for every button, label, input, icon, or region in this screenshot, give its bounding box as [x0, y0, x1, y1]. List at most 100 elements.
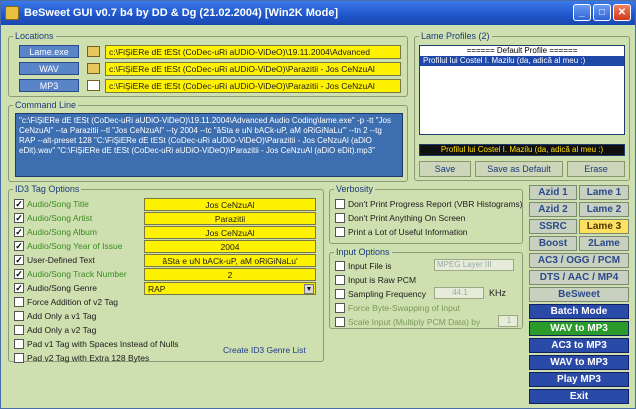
batch-mode-button[interactable]: Batch Mode — [529, 304, 629, 319]
verbose-label: Print a Lot of Useful Information — [348, 227, 468, 237]
profiles-list[interactable]: ====== Default Profile ====== Profilul l… — [419, 45, 625, 135]
only-v1-label: Add Only a v1 Tag — [27, 311, 97, 321]
mp3-path[interactable]: c:\FiŞiERe dE tESt (CoDec-uRi aUDiO-ViDe… — [105, 79, 401, 93]
besweet-button[interactable]: BeSweet — [529, 287, 629, 302]
checkbox-icon[interactable] — [335, 289, 345, 299]
checkbox-icon[interactable]: ✓ — [14, 241, 24, 251]
lame-exe-button[interactable]: Lame.exe — [19, 45, 79, 58]
wav-button[interactable]: WAV — [19, 62, 79, 75]
verbose-checkbox[interactable]: Print a Lot of Useful Information — [335, 227, 468, 237]
byte-swap-checkbox[interactable]: Force Byte-Swapping of Input — [335, 303, 460, 313]
id3-artist-checkbox[interactable]: ✓ Audio/Song Artist — [14, 213, 92, 223]
wav-to-mp3-2-button[interactable]: WAV to MP3 — [529, 355, 629, 370]
boost-button[interactable]: Boost — [529, 236, 577, 251]
wav-path[interactable]: c:\FiŞiERe dE tESt (CoDec-uRi aUDiO-ViDe… — [105, 62, 401, 76]
checkbox-icon[interactable] — [335, 199, 345, 209]
checkbox-icon[interactable]: ✓ — [14, 255, 24, 265]
checkbox-icon[interactable] — [14, 339, 24, 349]
id3-track-field[interactable]: 2 — [144, 268, 316, 281]
id3-genre-checkbox[interactable]: ✓ Audio/Song Genre — [14, 283, 97, 293]
folder-open-icon[interactable] — [87, 63, 100, 74]
checkbox-icon[interactable]: ✓ — [14, 199, 24, 209]
no-progress-checkbox[interactable]: Don't Print Progress Report (VBR Histogr… — [335, 199, 523, 209]
checkbox-icon[interactable] — [335, 227, 345, 237]
dts-aac-mp4-button[interactable]: DTS / AAC / MP4 — [529, 270, 629, 285]
chevron-down-icon[interactable]: ▼ — [304, 284, 314, 294]
play-mp3-button[interactable]: Play MP3 — [529, 372, 629, 387]
pad-v2-checkbox[interactable]: Pad v2 Tag with Extra 128 Bytes — [14, 353, 149, 363]
id3-track-label: Audio/Song Track Number — [27, 269, 127, 279]
freq-input[interactable]: 44.1 — [434, 287, 484, 299]
window-title: BeSweet GUI v0.7 b4 by DD & Dg (21.02.20… — [24, 7, 339, 19]
list-item[interactable]: Profilul lui Costel I. Mazilu (da, adică… — [420, 56, 624, 66]
checkbox-icon[interactable] — [14, 353, 24, 363]
minimize-button[interactable]: _ — [573, 4, 591, 21]
checkbox-icon[interactable]: ✓ — [14, 283, 24, 293]
only-v1-checkbox[interactable]: Add Only a v1 Tag — [14, 311, 96, 321]
pad-v1-checkbox[interactable]: Pad v1 Tag with Spaces Instead of Nulls — [14, 339, 179, 349]
id3-genre-value: RAP — [148, 284, 166, 294]
lame1-button[interactable]: Lame 1 — [579, 185, 629, 200]
checkbox-icon[interactable] — [335, 261, 345, 271]
force-v2-checkbox[interactable]: Force Addition of v2 Tag — [14, 297, 118, 307]
save-default-button[interactable]: Save as Default — [475, 161, 563, 177]
checkbox-icon[interactable]: ✓ — [14, 213, 24, 223]
checkbox-icon[interactable] — [335, 303, 345, 313]
folder-open-icon[interactable] — [87, 46, 100, 57]
lame2-button[interactable]: Lame 2 — [579, 202, 629, 217]
scale-label: Scale Input (Multiply PCM Data) by — [348, 317, 481, 327]
input-format-select[interactable]: MPEG Layer III — [434, 259, 514, 271]
id3-text-checkbox[interactable]: ✓ User-Defined Text — [14, 255, 95, 265]
freq-unit: KHz — [489, 288, 507, 298]
only-v2-checkbox[interactable]: Add Only a v2 Tag — [14, 325, 96, 335]
checkbox-icon[interactable] — [335, 275, 345, 285]
save-file-icon[interactable] — [87, 80, 100, 91]
sampling-freq-checkbox[interactable]: Sampling Frequency — [335, 289, 426, 299]
create-genre-list-link[interactable]: Create ID3 Genre List — [223, 345, 306, 355]
id3-artist-field[interactable]: Parazitii — [144, 212, 316, 225]
checkbox-icon[interactable] — [14, 297, 24, 307]
checkbox-icon[interactable] — [14, 311, 24, 321]
checkbox-icon[interactable]: ✓ — [14, 227, 24, 237]
id3-year-checkbox[interactable]: ✓ Audio/Song Year of Issue — [14, 241, 122, 251]
erase-profile-button[interactable]: Erase — [567, 161, 625, 177]
no-progress-label: Don't Print Progress Report (VBR Histogr… — [348, 199, 523, 209]
lame-exe-path[interactable]: c:\FiŞiERe dE tESt (CoDec-uRi aUDiO-ViDe… — [105, 45, 401, 59]
id3-year-field[interactable]: 2004 — [144, 240, 316, 253]
exit-button[interactable]: Exit — [529, 389, 629, 404]
ac3-to-mp3-button[interactable]: AC3 to MP3 — [529, 338, 629, 353]
save-profile-button[interactable]: Save — [419, 161, 471, 177]
input-file-label: Input File is — [348, 261, 392, 271]
id3-artist-label: Audio/Song Artist — [27, 213, 93, 223]
azid2-button[interactable]: Azid 2 — [529, 202, 577, 217]
checkbox-icon[interactable]: ✓ — [14, 269, 24, 279]
id3-album-checkbox[interactable]: ✓ Audio/Song Album — [14, 227, 97, 237]
id3-title-field[interactable]: Jos CeNzuAl — [144, 198, 316, 211]
checkbox-icon[interactable] — [335, 317, 345, 327]
ac3-ogg-pcm-button[interactable]: AC3 / OGG / PCM — [529, 253, 629, 268]
id3-track-checkbox[interactable]: ✓ Audio/Song Track Number — [14, 269, 127, 279]
close-button[interactable]: ✕ — [613, 4, 631, 21]
command-line-text[interactable]: "c:\FiŞiERe dE tESt (CoDec-uRi aUDiO-ViD… — [15, 113, 403, 177]
scale-checkbox[interactable]: Scale Input (Multiply PCM Data) by — [335, 317, 480, 327]
ssrc-button[interactable]: SSRC — [529, 219, 577, 234]
id3-title-checkbox[interactable]: ✓ Audio/Song Title — [14, 199, 89, 209]
no-screen-checkbox[interactable]: Don't Print Anything On Screen — [335, 213, 465, 223]
mp3-button[interactable]: MP3 — [19, 79, 79, 92]
wav-to-mp3-button[interactable]: WAV to MP3 — [529, 321, 629, 336]
list-item[interactable]: ====== Default Profile ====== — [420, 46, 624, 56]
id3-genre-select[interactable]: RAP ▼ — [144, 282, 316, 295]
2lame-button[interactable]: 2Lame — [579, 236, 629, 251]
id3-album-field[interactable]: Jos CeNzuAl — [144, 226, 316, 239]
raw-pcm-checkbox[interactable]: Input is Raw PCM — [335, 275, 416, 285]
checkbox-icon[interactable] — [14, 325, 24, 335]
lame3-button[interactable]: Lame 3 — [579, 219, 629, 234]
input-file-checkbox[interactable]: Input File is — [335, 261, 391, 271]
maximize-button[interactable]: □ — [593, 4, 611, 21]
no-screen-label: Don't Print Anything On Screen — [348, 213, 466, 223]
azid1-button[interactable]: Azid 1 — [529, 185, 577, 200]
checkbox-icon[interactable] — [335, 213, 345, 223]
scale-input[interactable]: 1 — [498, 315, 518, 327]
id3-text-field[interactable]: ăSta e uN bACk-uP, aM oRiGiNaLu' — [144, 254, 316, 267]
id3-genre-label: Audio/Song Genre — [27, 283, 97, 293]
